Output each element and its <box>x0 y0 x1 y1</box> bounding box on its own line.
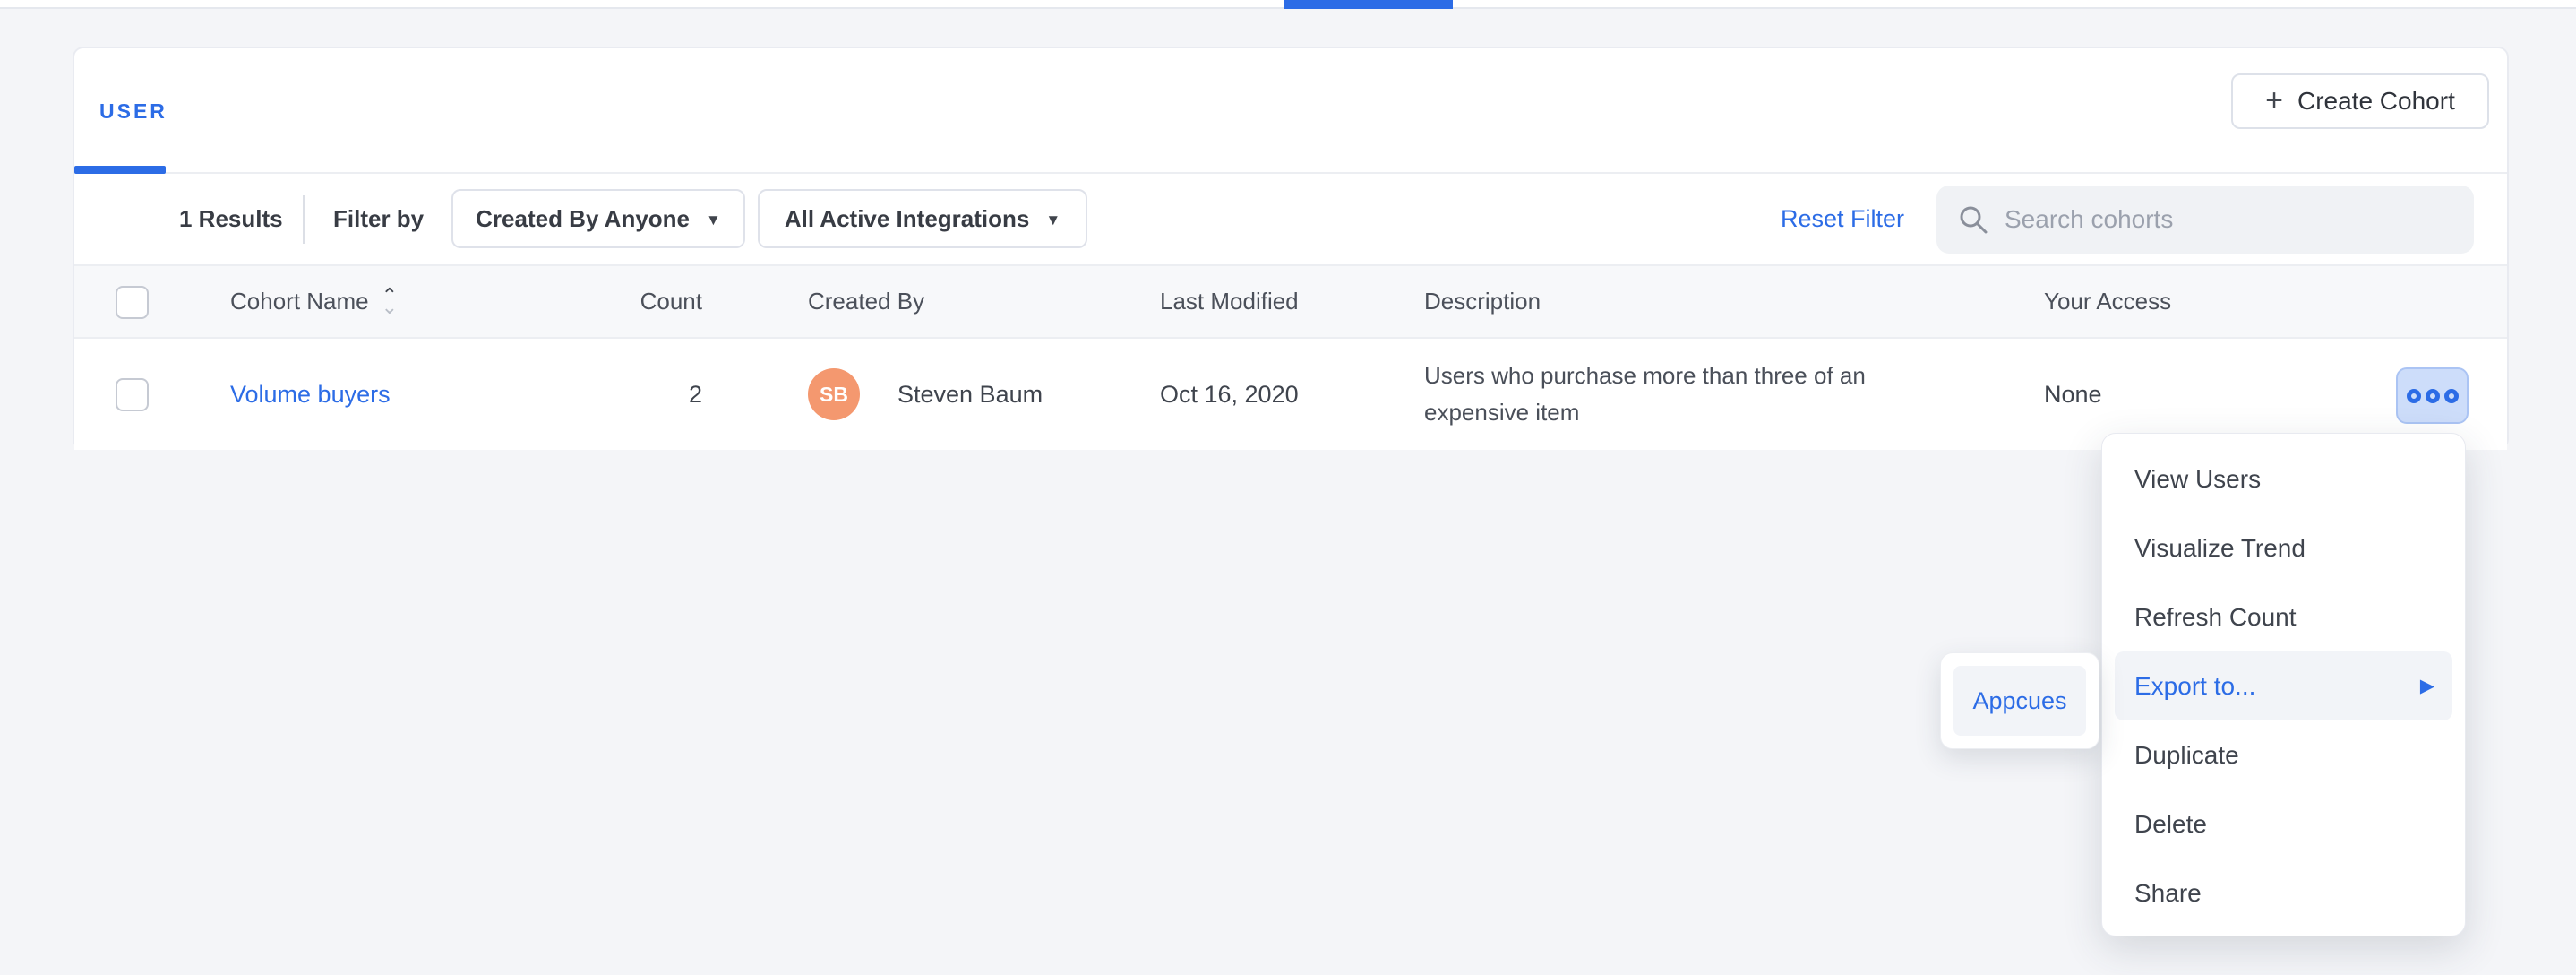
tab-user[interactable]: USER <box>99 48 167 174</box>
column-header-your-access: Your Access <box>2044 266 2171 337</box>
tab-user-label: USER <box>99 99 167 124</box>
search-icon <box>1958 204 1988 235</box>
filter-bar: 1 Results Filter by Created By Anyone ▼ … <box>74 174 2507 264</box>
last-modified-date: Oct 16, 2020 <box>1160 339 1299 450</box>
column-header-description: Description <box>1424 266 1541 337</box>
filter-by-label: Filter by <box>333 174 424 264</box>
cohort-name-link[interactable]: Volume buyers <box>230 381 391 409</box>
submenu-arrow-icon: ▶ <box>2420 675 2434 697</box>
top-toolbar-edge <box>0 0 2576 9</box>
menu-item-view-users[interactable]: View Users <box>2102 444 2465 513</box>
column-header-count: Count <box>576 266 702 337</box>
column-header-cohort-name[interactable]: Cohort Name ⌃ ⌄ <box>230 266 398 337</box>
your-access-value: None <box>2044 339 2102 450</box>
table-header: Cohort Name ⌃ ⌄ Count Created By Last Mo… <box>74 264 2507 339</box>
menu-item-export-to[interactable]: Export to... ▶ <box>2115 651 2452 720</box>
column-header-last-modified: Last Modified <box>1160 266 1299 337</box>
active-tab-indicator <box>1284 0 1453 9</box>
avatar: SB <box>808 368 860 420</box>
menu-item-export-to-label: Export to... <box>2134 672 2255 701</box>
search-box[interactable] <box>1936 186 2474 254</box>
menu-item-visualize-trend[interactable]: Visualize Trend <box>2102 513 2465 582</box>
export-submenu: Appcues <box>1940 652 2099 749</box>
created-by-dropdown[interactable]: Created By Anyone ▼ <box>451 189 745 248</box>
tabs-row: USER + Create Cohort <box>74 48 2507 174</box>
tab-user-underline <box>74 166 166 174</box>
cohort-description: Users who purchase more than three of an… <box>1424 339 1953 450</box>
select-all-checkbox[interactable] <box>116 286 149 319</box>
row-checkbox[interactable] <box>116 378 149 411</box>
divider <box>303 195 305 244</box>
row-actions-menu: View Users Visualize Trend Refresh Count… <box>2101 433 2466 936</box>
results-count: 1 Results <box>179 174 283 264</box>
search-input[interactable] <box>2005 205 2452 234</box>
menu-item-refresh-count[interactable]: Refresh Count <box>2102 582 2465 651</box>
cohorts-card: USER + Create Cohort 1 Results Filter by… <box>73 47 2509 450</box>
create-cohort-button[interactable]: + Create Cohort <box>2231 73 2489 129</box>
ellipsis-icon <box>2426 389 2440 403</box>
integrations-dropdown-value: All Active Integrations <box>785 205 1030 233</box>
menu-item-duplicate[interactable]: Duplicate <box>2102 720 2465 789</box>
ellipsis-icon <box>2407 389 2421 403</box>
ellipsis-icon <box>2444 389 2459 403</box>
sort-icon[interactable]: ⌃ ⌄ <box>382 290 398 312</box>
menu-item-share[interactable]: Share <box>2102 859 2465 928</box>
integrations-dropdown[interactable]: All Active Integrations ▼ <box>758 189 1087 248</box>
plus-icon: + <box>2265 85 2283 116</box>
reset-filter-link[interactable]: Reset Filter <box>1781 174 1904 264</box>
caret-down-icon: ▼ <box>706 211 721 229</box>
column-header-created-by: Created By <box>808 266 924 337</box>
more-actions-button[interactable] <box>2396 367 2469 424</box>
caret-down-icon: ▼ <box>1045 211 1060 229</box>
created-by-name: Steven Baum <box>897 339 1043 450</box>
create-cohort-label: Create Cohort <box>2297 87 2455 116</box>
created-by-dropdown-value: Created By Anyone <box>476 205 690 233</box>
menu-item-delete[interactable]: Delete <box>2102 789 2465 859</box>
cohort-count: 2 <box>576 339 702 450</box>
submenu-item-appcues[interactable]: Appcues <box>1953 666 2086 736</box>
